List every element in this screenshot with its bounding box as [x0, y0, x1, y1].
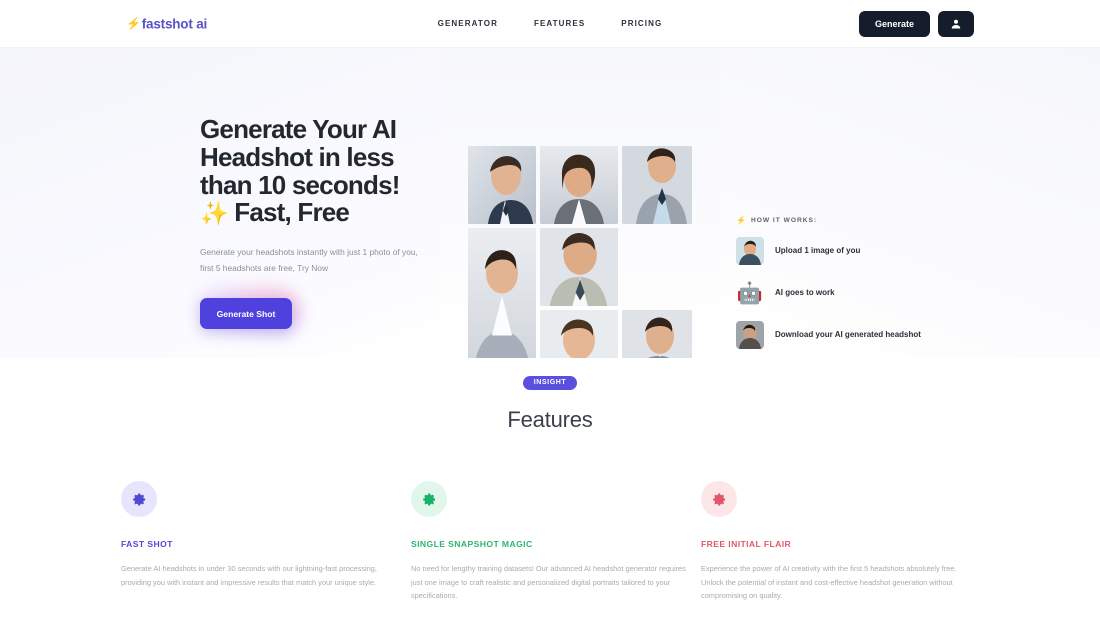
site-header: ⚡ fastshot ai GENERATOR FEATURES PRICING… — [0, 0, 1100, 48]
feature-body: No need for lengthy training datasets! O… — [411, 564, 686, 601]
nav-generator[interactable]: GENERATOR — [438, 19, 498, 28]
logo-text: fastshot ai — [141, 16, 208, 31]
hero-title-line-4: Fast, Free — [227, 197, 350, 228]
gear-icon — [422, 493, 435, 505]
gear-icon-wrapper — [701, 481, 737, 517]
how-it-works-heading: ⚡ HOW IT WORKS: — [736, 216, 966, 225]
nav-features[interactable]: FEATURES — [534, 19, 585, 28]
generate-button[interactable]: Generate — [858, 10, 930, 37]
gallery-photo[interactable] — [468, 228, 536, 358]
hero-copy: Generate Your AI Headshot in less than 1… — [188, 114, 435, 345]
account-button[interactable] — [938, 10, 974, 37]
how-it-works-heading-text: HOW IT WORKS: — [750, 217, 818, 224]
nav-pricing[interactable]: PRICING — [621, 19, 662, 28]
main-nav: GENERATOR FEATURES PRICING — [438, 19, 663, 28]
feature-title: SINGLE SNAPSHOT MAGIC — [411, 539, 533, 549]
feature-title: FREE INITIAL FLAIR — [701, 539, 792, 549]
bolt-icon: ⚡ — [736, 216, 747, 225]
sparkles-icon: ✨ — [200, 200, 229, 227]
user-icon — [951, 19, 961, 28]
step-download-label: Download your AI generated headshot — [775, 329, 921, 339]
step-ai: 🤖 AI goes to work — [736, 279, 966, 307]
features-section: INSIGHT Features FAST SHOT Generate AI h… — [0, 358, 1100, 604]
feature-card-free-initial-flair: FREE INITIAL FLAIR Experience the power … — [695, 481, 985, 603]
headshot-gallery — [468, 146, 692, 358]
gear-icon — [132, 493, 145, 505]
gallery-photo[interactable] — [468, 146, 536, 224]
header-actions: Generate — [858, 10, 974, 37]
feature-card-single-snapshot-magic: SINGLE SNAPSHOT MAGIC No need for length… — [405, 481, 695, 603]
hero-title-line-2: Headshot in less — [200, 141, 395, 172]
step-upload-label: Upload 1 image of you — [775, 245, 861, 255]
gallery-photo[interactable] — [622, 146, 692, 224]
generate-shot-button[interactable]: Generate Shot — [200, 298, 292, 330]
feature-body: Generate AI headshots in under 30 second… — [121, 564, 377, 587]
photo-thumbnail — [736, 237, 764, 265]
step-download: Download your AI generated headshot — [736, 321, 966, 349]
gear-icon — [712, 493, 725, 505]
robot-icon: 🤖 — [736, 281, 764, 305]
feature-card-fast-shot: FAST SHOT Generate AI headshots in under… — [115, 481, 405, 603]
gallery-photo[interactable] — [540, 310, 618, 358]
gallery-photo[interactable] — [622, 310, 692, 358]
step-ai-label: AI goes to work — [775, 287, 835, 297]
feature-cards: FAST SHOT Generate AI headshots in under… — [0, 481, 1100, 603]
gear-icon-wrapper — [411, 481, 447, 517]
hero-title-line-1: Generate Your AI — [200, 114, 397, 144]
cta-wrapper: Generate Shot — [188, 286, 304, 345]
feature-title: FAST SHOT — [121, 539, 173, 549]
step-upload: Upload 1 image of you — [736, 237, 966, 265]
logo[interactable]: ⚡ fastshot ai — [126, 16, 207, 31]
gallery-photo[interactable] — [540, 228, 618, 306]
hero-section: Generate Your AI Headshot in less than 1… — [0, 48, 1100, 358]
feature-body: Experience the power of AI creativity wi… — [701, 564, 957, 601]
hero-title-line-3: than 10 seconds! — [200, 169, 400, 200]
hero-subtitle: Generate your headshots instantly with j… — [200, 247, 418, 273]
bolt-icon: ⚡ — [126, 16, 141, 31]
insight-badge: INSIGHT — [522, 376, 578, 390]
gallery-photo[interactable] — [540, 146, 618, 224]
gear-icon-wrapper — [121, 481, 157, 517]
hero-title: Generate Your AI Headshot in less than 1… — [200, 114, 435, 228]
how-it-works: ⚡ HOW IT WORKS: Upload 1 image of you 🤖 … — [736, 216, 966, 358]
badge-wrapper: INSIGHT — [0, 376, 1100, 390]
photo-thumbnail — [736, 321, 764, 349]
features-title: Features — [507, 407, 593, 432]
